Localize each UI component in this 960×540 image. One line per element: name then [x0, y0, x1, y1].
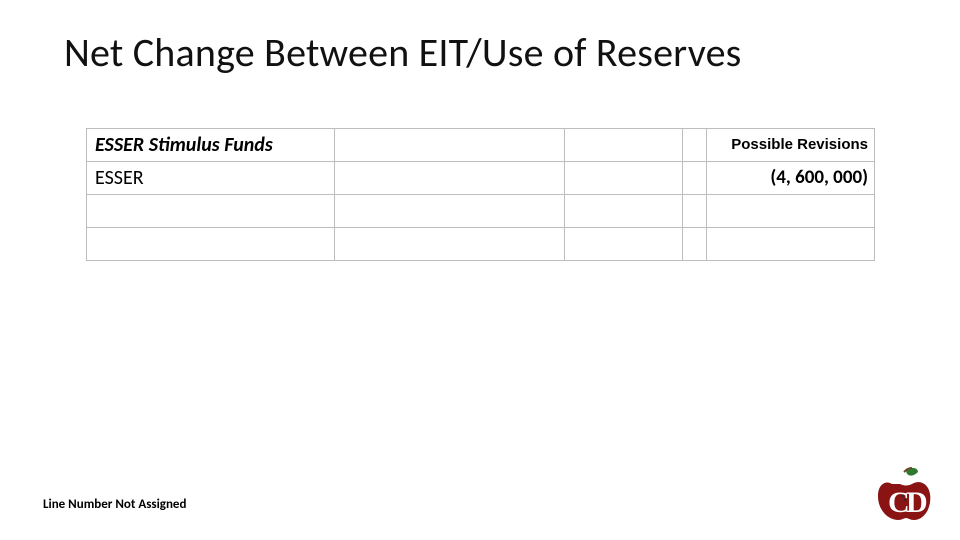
row1-c4 — [683, 195, 707, 228]
page-title: Net Change Between EIT/Use of Reserves — [64, 28, 742, 77]
header-label: ESSER Stimulus Funds — [87, 129, 335, 162]
header-c3 — [565, 129, 683, 162]
header-c2 — [335, 129, 565, 162]
row2-label — [87, 228, 335, 261]
header-c4 — [683, 129, 707, 162]
table-row: ESSER (4, 600, 000) — [87, 162, 875, 195]
table-row — [87, 228, 875, 261]
row1-label — [87, 195, 335, 228]
cd-apple-logo: C D — [872, 466, 936, 522]
row0-c2 — [335, 162, 565, 195]
header-revisions: Possible Revisions — [707, 129, 875, 162]
row2-c3 — [565, 228, 683, 261]
row0-c4 — [683, 162, 707, 195]
slide: Net Change Between EIT/Use of Reserves E… — [0, 0, 960, 540]
row0-amount: (4, 600, 000) — [707, 162, 875, 195]
footnote: Line Number Not Assigned — [43, 497, 186, 512]
row1-c3 — [565, 195, 683, 228]
table-row — [87, 195, 875, 228]
svg-text:D: D — [906, 486, 928, 519]
row0-label: ESSER — [87, 162, 335, 195]
row2-amount — [707, 228, 875, 261]
row2-c2 — [335, 228, 565, 261]
funds-table: ESSER Stimulus Funds Possible Revisions … — [86, 128, 875, 261]
funds-table-wrap: ESSER Stimulus Funds Possible Revisions … — [86, 128, 874, 261]
row2-c4 — [683, 228, 707, 261]
row1-amount — [707, 195, 875, 228]
table-header-row: ESSER Stimulus Funds Possible Revisions — [87, 129, 875, 162]
row0-c3 — [565, 162, 683, 195]
row1-c2 — [335, 195, 565, 228]
